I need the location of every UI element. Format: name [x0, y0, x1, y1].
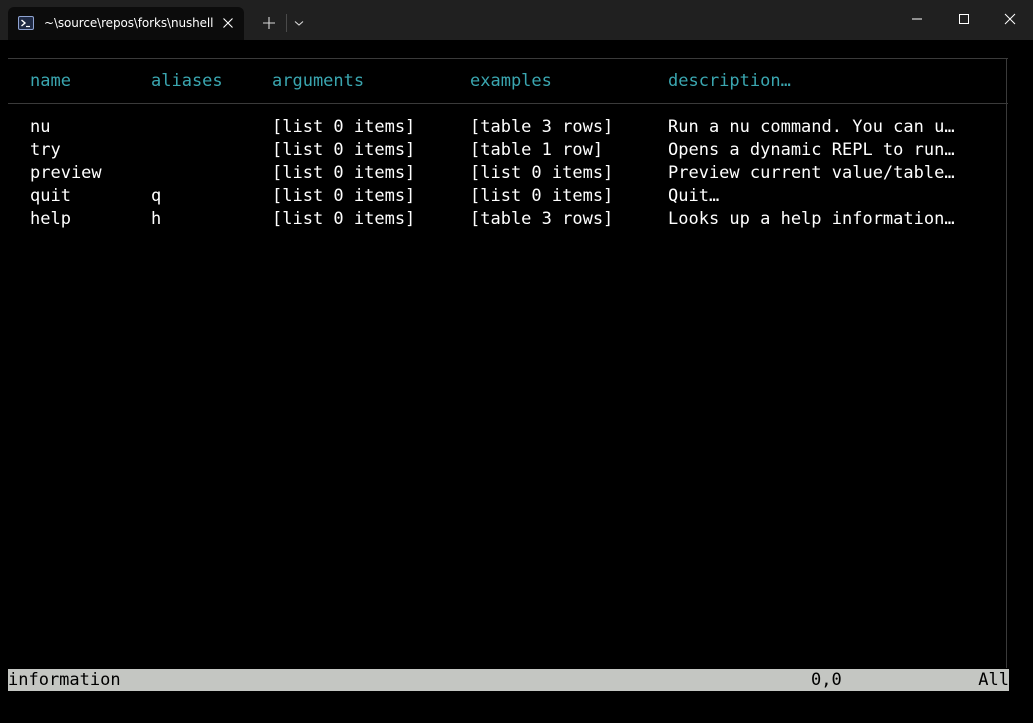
table-header-border [8, 103, 1008, 104]
column-header-description: description… [668, 71, 791, 91]
new-tab-icon[interactable] [260, 14, 278, 32]
cell-name[interactable]: try [30, 139, 61, 161]
powershell-icon [18, 16, 34, 30]
cell-arguments[interactable]: [list 0 items] [272, 208, 415, 230]
terminal-content[interactable]: name aliases arguments examples descript… [0, 40, 1033, 723]
column-header-examples: examples [470, 71, 552, 91]
cell-name[interactable]: help [30, 208, 71, 230]
cell-description[interactable]: Looks up a help information… [668, 208, 955, 230]
terminal-window: ~\source\repos\forks\nushell name aliase… [0, 0, 1033, 723]
cell-description[interactable]: Preview current value/table… [668, 162, 955, 184]
column-header-aliases: aliases [151, 71, 223, 91]
column-header-arguments: arguments [272, 71, 365, 91]
status-scroll-indicator: All [978, 670, 1009, 690]
cell-examples[interactable]: [list 0 items] [470, 162, 613, 184]
cell-name[interactable]: nu [30, 116, 50, 138]
cell-aliases[interactable]: q [151, 185, 161, 207]
cell-examples[interactable]: [table 1 row] [470, 139, 603, 161]
status-cursor-position: 0,0 [811, 670, 842, 690]
tab-nushell[interactable]: ~\source\repos\forks\nushell [8, 7, 244, 40]
cell-examples[interactable]: [table 3 rows] [470, 116, 613, 138]
window-close-icon[interactable] [1001, 10, 1019, 28]
tab-title: ~\source\repos\forks\nushell [44, 16, 214, 30]
tab-divider [286, 14, 287, 32]
maximize-icon[interactable] [955, 10, 973, 28]
cell-arguments[interactable]: [list 0 items] [272, 162, 415, 184]
table-right-border [1006, 58, 1007, 668]
status-bar: information 0,0 All [8, 669, 1009, 691]
cell-arguments[interactable]: [list 0 items] [272, 139, 415, 161]
cell-name[interactable]: quit [30, 185, 71, 207]
minimize-icon[interactable] [908, 10, 926, 28]
cell-description[interactable]: Run a nu command. You can u… [668, 116, 955, 138]
cell-description[interactable]: Quit… [668, 185, 719, 207]
title-bar: ~\source\repos\forks\nushell [0, 0, 1033, 40]
column-header-name: name [30, 71, 71, 91]
cell-aliases[interactable]: h [151, 208, 161, 230]
cell-arguments[interactable]: [list 0 items] [272, 185, 415, 207]
cell-name[interactable]: preview [30, 162, 102, 184]
cell-description[interactable]: Opens a dynamic REPL to run… [668, 139, 955, 161]
table-top-border [8, 58, 1008, 59]
cell-examples[interactable]: [table 3 rows] [470, 208, 613, 230]
cell-examples[interactable]: [list 0 items] [470, 185, 613, 207]
status-mode: information [8, 670, 121, 690]
cell-arguments[interactable]: [list 0 items] [272, 116, 415, 138]
close-icon[interactable] [220, 15, 236, 31]
chevron-down-icon[interactable] [290, 14, 308, 32]
